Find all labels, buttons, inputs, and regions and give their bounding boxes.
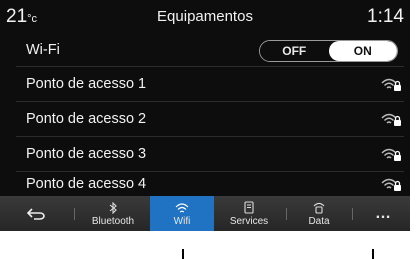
access-point-row[interactable]: Ponto de acesso 1 bbox=[16, 67, 404, 102]
nav-separator bbox=[286, 208, 287, 220]
data-icon bbox=[313, 202, 325, 214]
tab-bluetooth-label: Bluetooth bbox=[91, 215, 135, 227]
wifi-settings-screen: 21°c Equipamentos 1:14 Wi-Fi OFF ON Pont… bbox=[0, 0, 410, 231]
nav-separator bbox=[352, 208, 353, 220]
back-arrow-icon bbox=[26, 207, 45, 220]
access-point-name: Ponto de acesso 1 bbox=[26, 76, 147, 92]
page-title: Equipamentos bbox=[157, 8, 253, 25]
access-point-name: Ponto de acesso 3 bbox=[26, 146, 147, 162]
status-bar: 21°c Equipamentos 1:14 bbox=[0, 0, 410, 30]
wifi-lock-icon bbox=[381, 178, 401, 191]
wifi-on-option[interactable]: ON bbox=[328, 41, 397, 61]
tab-bluetooth[interactable]: Bluetooth bbox=[78, 196, 148, 231]
wifi-toggle-row: Wi-Fi OFF ON bbox=[16, 34, 404, 67]
back-button[interactable] bbox=[0, 196, 72, 231]
nav-separator bbox=[74, 208, 75, 220]
tab-data[interactable]: Data bbox=[290, 196, 348, 231]
callout-marker bbox=[182, 249, 184, 259]
tab-services[interactable]: Services bbox=[216, 196, 282, 231]
tab-wifi-label: Wifi bbox=[173, 215, 191, 227]
access-point-name: Ponto de acesso 2 bbox=[26, 111, 147, 127]
tab-wifi[interactable]: Wifi bbox=[150, 196, 214, 231]
access-point-row[interactable]: Ponto de acesso 2 bbox=[16, 102, 404, 137]
bottom-navbar: Bluetooth Wifi Services Data … bbox=[0, 196, 410, 231]
wifi-lock-icon bbox=[381, 148, 401, 161]
wifi-toggle[interactable]: OFF ON bbox=[259, 40, 398, 62]
tab-data-label: Data bbox=[308, 215, 330, 227]
wifi-label: Wi-Fi bbox=[26, 42, 60, 58]
bluetooth-icon bbox=[109, 201, 117, 214]
wifi-lock-icon bbox=[381, 78, 401, 91]
more-button[interactable]: … bbox=[356, 196, 410, 231]
wifi-lock-icon bbox=[381, 113, 401, 126]
clock: 1:14 bbox=[367, 6, 404, 27]
access-point-row[interactable]: Ponto de acesso 4 bbox=[16, 172, 404, 196]
tab-services-label: Services bbox=[229, 215, 269, 227]
wifi-off-option[interactable]: OFF bbox=[260, 41, 329, 61]
access-point-row[interactable]: Ponto de acesso 3 bbox=[16, 137, 404, 172]
callout-marker bbox=[372, 249, 374, 259]
access-point-name: Ponto de acesso 4 bbox=[26, 176, 147, 192]
wifi-icon bbox=[175, 202, 189, 212]
services-icon bbox=[244, 201, 254, 214]
